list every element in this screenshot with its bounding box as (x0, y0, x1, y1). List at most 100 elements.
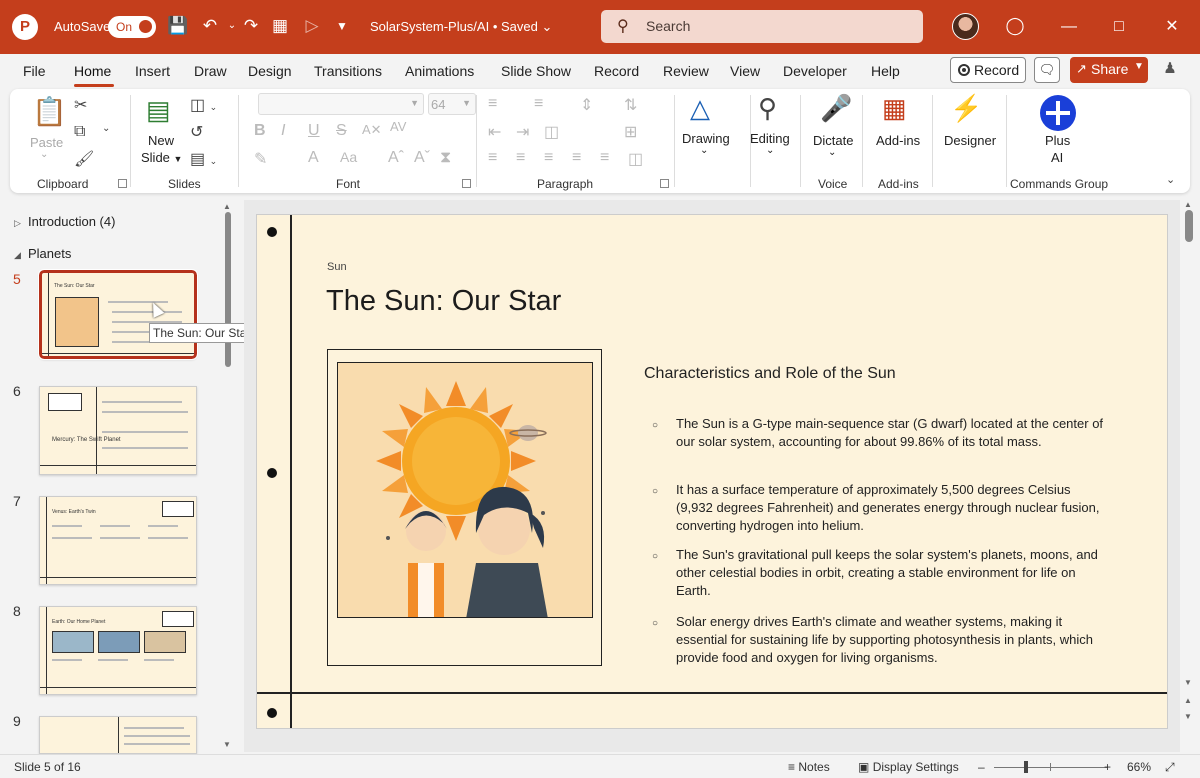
slide-thumbnail-9[interactable] (39, 716, 197, 754)
underline-icon[interactable]: U (308, 122, 320, 140)
new-slide-label-2[interactable]: Slide ▼ (141, 150, 182, 165)
tab-help[interactable]: Help (871, 63, 900, 79)
slide-title[interactable]: The Sun: Our Star (326, 285, 561, 318)
scroll-up-icon[interactable]: ▲ (223, 202, 231, 211)
increase-indent-icon[interactable]: ⇥ (516, 122, 529, 142)
layout-icon[interactable]: ◫ ⌄ (190, 95, 217, 115)
undo-icon[interactable]: ↶ (198, 14, 222, 38)
bold-icon[interactable]: B (254, 122, 266, 140)
previous-slide-icon[interactable]: ▲ (1184, 696, 1192, 705)
drawing-chevron-icon[interactable]: ⌄ (700, 145, 708, 156)
bullets-icon[interactable]: ≡ (488, 95, 497, 113)
slide-thumbnail-8[interactable]: Earth: Our Home Planet (39, 606, 197, 695)
close-button[interactable]: ✕ (1157, 14, 1187, 40)
coauthor-icon[interactable]: ♟ (1158, 59, 1182, 81)
paragraph-launcher-icon[interactable] (660, 179, 669, 188)
copy-icon[interactable]: ⧉ (74, 123, 85, 141)
file-name[interactable]: SolarSystem-Plus/AI • Saved ⌄ (370, 19, 552, 35)
editing-chevron-icon[interactable]: ⌄ (766, 145, 774, 156)
drawing-label[interactable]: Drawing (682, 131, 730, 146)
tab-view[interactable]: View (730, 63, 760, 79)
maximize-button[interactable]: □ (1104, 14, 1134, 40)
tab-transitions[interactable]: Transitions (314, 63, 382, 79)
font-launcher-icon[interactable] (462, 179, 471, 188)
decrease-indent-icon[interactable]: ⇤ (488, 122, 501, 142)
zoom-slider-thumb[interactable] (1024, 761, 1028, 773)
scroll-up-icon[interactable]: ▲ (1184, 200, 1192, 209)
section-icon[interactable]: ▤ ⌄ (190, 149, 217, 169)
display-settings-button[interactable]: ▣ Display Settings (858, 760, 959, 774)
change-case-icon[interactable]: Aa (340, 149, 357, 165)
tab-review[interactable]: Review (663, 63, 709, 79)
chevron-down-icon[interactable]: ⌄ (1166, 173, 1175, 186)
thumbnail-scrollbar[interactable]: ▲ ▼ (222, 202, 234, 750)
tab-insert[interactable]: Insert (135, 63, 170, 79)
slide-thumbnail-7[interactable]: Venus: Earth's Twin (39, 496, 197, 585)
font-color-icon[interactable]: A (308, 149, 319, 167)
record-button[interactable]: Record (950, 57, 1026, 83)
reset-icon[interactable]: ↺ (190, 122, 203, 142)
increase-font-icon[interactable]: Aˆ (388, 149, 404, 167)
minimize-button[interactable]: — (1054, 14, 1084, 40)
zoom-slider[interactable] (994, 767, 1108, 768)
plus-ai-logo-icon[interactable] (1040, 95, 1076, 131)
slide-thumbnail-5[interactable]: The Sun: Our Star (38, 269, 198, 360)
copy-dropdown-icon[interactable]: ⌄ (102, 123, 110, 134)
drawing-icon[interactable]: △ (690, 93, 710, 124)
zoom-level[interactable]: 66% (1127, 760, 1151, 774)
tab-developer[interactable]: Developer (783, 63, 847, 79)
scroll-down-icon[interactable]: ▼ (223, 740, 231, 749)
section-introduction[interactable]: ▷ Introduction (4) (14, 214, 115, 229)
addins-icon[interactable]: ▦ (882, 93, 907, 124)
tab-slide-show[interactable]: Slide Show (501, 63, 571, 79)
tab-file[interactable]: File (23, 63, 46, 79)
image-frame[interactable] (327, 349, 602, 666)
tab-animations[interactable]: Animations (405, 63, 474, 79)
scroll-down-icon[interactable]: ▼ (1184, 678, 1192, 687)
share-button[interactable]: ↗ Share ▼ (1070, 57, 1148, 83)
new-slide-icon[interactable]: ▤ (146, 95, 171, 126)
zoom-in-icon[interactable]: + (1104, 760, 1111, 774)
avatar[interactable] (952, 13, 979, 40)
designer-label[interactable]: Designer (944, 133, 996, 148)
dictate-chevron-icon[interactable]: ⌄ (828, 147, 836, 158)
section-planets[interactable]: ◢ Planets (14, 246, 71, 261)
new-slide-label[interactable]: New (148, 133, 174, 148)
align-right-icon[interactable]: ≡ (544, 149, 553, 167)
slide-eyebrow[interactable]: Sun (327, 261, 347, 273)
numbering-icon[interactable]: ≡ (534, 95, 543, 113)
tab-design[interactable]: Design (248, 63, 292, 79)
align-left-icon[interactable]: ≡ (488, 149, 497, 167)
fit-slide-icon[interactable]: ⤢ (1165, 760, 1175, 775)
microphone-icon[interactable]: 🎤 (820, 93, 852, 124)
character-spacing-icon[interactable]: AV (390, 119, 406, 134)
addins-button-label[interactable]: Add-ins (876, 133, 920, 148)
redo-icon[interactable]: ↷ (239, 14, 263, 38)
slide-scrollbar[interactable]: ▲ ▼ ▲ ▼ (1182, 200, 1196, 752)
current-slide[interactable]: Sun The Sun: Our Star Characteristics an… (256, 214, 1168, 729)
paste-chevron-icon[interactable]: ⌄ (40, 149, 48, 160)
align-center-icon[interactable]: ≡ (516, 149, 525, 167)
format-painter-icon[interactable]: 🖌 (74, 149, 94, 169)
clear-format-icon[interactable]: A✕ (362, 122, 382, 138)
next-slide-icon[interactable]: ▼ (1184, 712, 1192, 721)
dictate-label[interactable]: Dictate (813, 133, 853, 148)
smartart-icon[interactable]: ◫ (628, 149, 643, 169)
content-heading[interactable]: Characteristics and Role of the Sun (644, 365, 896, 383)
scroll-thumb[interactable] (225, 212, 231, 367)
save-icon[interactable]: 💾 (166, 14, 190, 38)
decrease-font-icon[interactable]: Aˇ (414, 149, 430, 167)
text-direction-icon[interactable]: ⇅ (624, 95, 637, 115)
slide-thumbnail-6[interactable]: Mercury: The Swift Planet (39, 386, 197, 475)
editing-label[interactable]: Editing (750, 131, 790, 146)
clipboard-launcher-icon[interactable] (118, 179, 127, 188)
customize-toolbar-icon[interactable]: ▼ (330, 14, 354, 38)
present-icon[interactable]: ▦ (268, 14, 292, 38)
tab-draw[interactable]: Draw (194, 63, 227, 79)
comments-button[interactable]: 🗨 (1034, 57, 1060, 83)
autosave-toggle[interactable]: On (108, 16, 156, 38)
lightbulb-icon[interactable]: ◯ (1003, 14, 1027, 38)
plus-ai-label-2[interactable]: AI (1051, 150, 1063, 165)
strikethrough-icon[interactable]: S (336, 122, 347, 140)
tab-record[interactable]: Record (594, 63, 639, 79)
